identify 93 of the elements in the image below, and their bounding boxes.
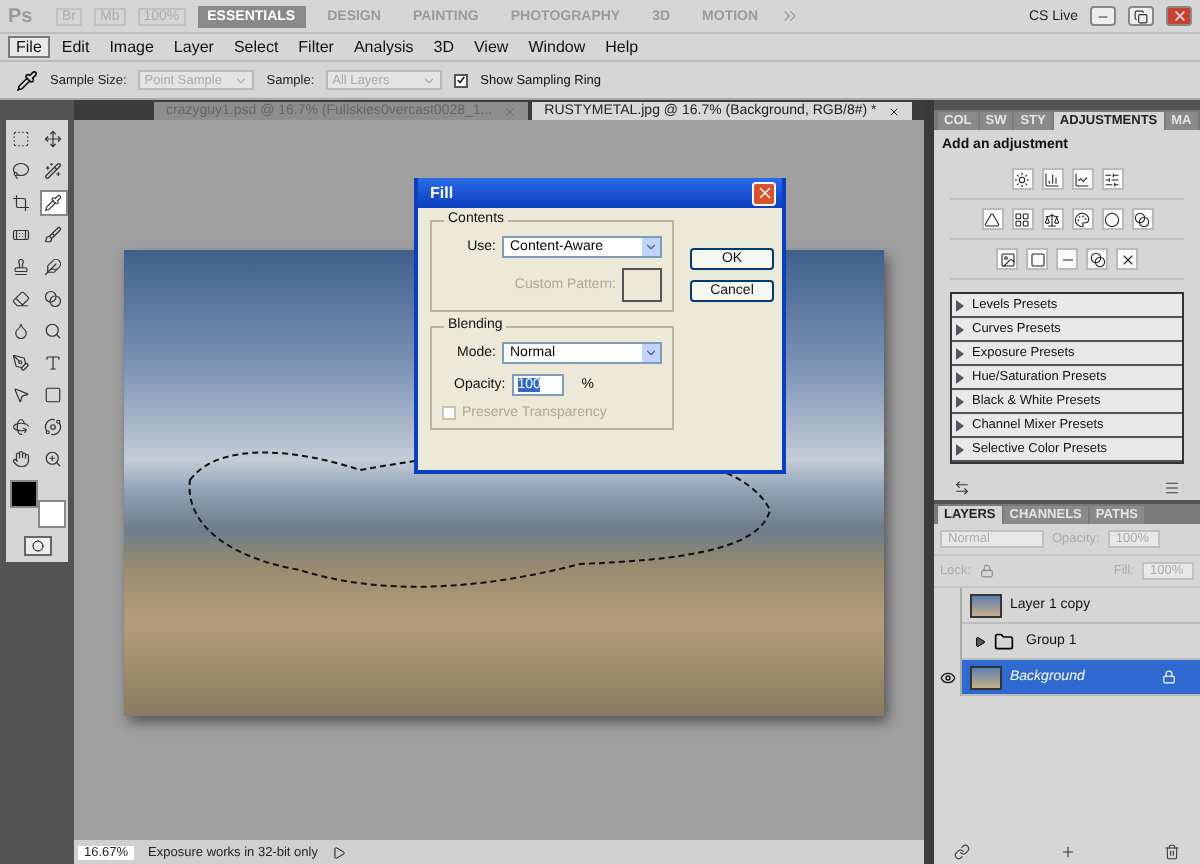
tool-button[interactable] (39, 222, 67, 248)
rotate-icon (12, 418, 30, 436)
triangle-icon[interactable] (981, 208, 1003, 230)
tool-button[interactable] (39, 414, 67, 440)
eraser-icon (12, 290, 30, 308)
menu-item[interactable]: File (8, 36, 50, 58)
zoom-icon (44, 450, 62, 468)
expand-icon[interactable] (974, 635, 986, 647)
close-icon (755, 184, 773, 202)
menu-item[interactable]: View (465, 36, 517, 58)
crop-icon (12, 194, 30, 212)
menu-item[interactable]: Filter (290, 36, 342, 58)
eye-icon[interactable] (939, 669, 955, 685)
close-icon[interactable] (888, 105, 901, 117)
check-icon (456, 74, 467, 86)
histogram-icon[interactable] (1041, 168, 1063, 190)
grid-icon[interactable] (1011, 208, 1033, 230)
lock-icon (1162, 670, 1176, 684)
wand-icon (44, 162, 62, 180)
restore-icon (1134, 9, 1148, 23)
lasso-icon (12, 162, 30, 180)
tool-button[interactable] (7, 190, 35, 216)
hand-icon (12, 450, 30, 468)
menu-item[interactable]: Edit (53, 36, 98, 58)
tool-button[interactable] (7, 158, 35, 184)
menu-icon (1164, 480, 1180, 496)
caret-icon (234, 73, 249, 87)
palette-icon[interactable] (1071, 208, 1093, 230)
checkbox[interactable] (454, 73, 469, 87)
caret-icon (644, 240, 658, 254)
tool-button[interactable] (7, 350, 35, 376)
magnifier-icon (44, 322, 62, 340)
trash-icon (1164, 844, 1180, 860)
menu-item[interactable]: Analysis (345, 36, 422, 58)
square-icon[interactable] (1026, 248, 1048, 270)
bandage-icon (12, 226, 30, 244)
tool-button[interactable] (39, 158, 67, 184)
close-button[interactable] (1166, 6, 1192, 26)
circle-icon[interactable] (1101, 208, 1123, 230)
caret-icon (422, 73, 437, 87)
pattern-picker[interactable] (622, 268, 662, 302)
menu-item[interactable]: Select (225, 36, 287, 58)
background-swatch[interactable] (37, 500, 65, 528)
curve-icon[interactable] (1071, 168, 1093, 190)
x-icon[interactable] (1116, 248, 1138, 270)
eyedropper-icon (16, 69, 38, 91)
eyedropper-icon (44, 194, 62, 212)
layer-thumbnail (970, 593, 1002, 617)
lock-icon (979, 564, 994, 578)
sliders-icon[interactable] (1101, 168, 1123, 190)
layer-thumbnail (970, 665, 1002, 689)
brush-icon (44, 226, 62, 244)
minimize-button[interactable] (1090, 6, 1116, 26)
menu-item[interactable]: Image (101, 36, 162, 58)
link-icon (954, 844, 970, 860)
orbit-icon (44, 418, 62, 436)
menu-item[interactable]: Layer (165, 36, 222, 58)
circle-icon (31, 540, 43, 552)
more-icon (780, 6, 801, 26)
pen-icon (12, 354, 30, 372)
foreground-swatch[interactable] (9, 480, 37, 508)
toggle-icon (954, 480, 970, 496)
caret-icon (644, 346, 658, 360)
tool-button[interactable] (39, 286, 67, 312)
tool-button[interactable] (39, 190, 67, 216)
feather-icon (44, 258, 62, 276)
tool-button[interactable] (7, 414, 35, 440)
tool-button[interactable] (7, 286, 35, 312)
folder-icon (994, 631, 1014, 651)
scale-icon[interactable] (1041, 208, 1063, 230)
image-icon[interactable] (996, 248, 1018, 270)
menu-item[interactable]: Window (520, 36, 594, 58)
tool-button[interactable] (7, 446, 35, 472)
dialog-title: Fill (430, 184, 454, 202)
plus-icon (1059, 844, 1075, 860)
restore-button[interactable] (1128, 6, 1154, 26)
close-icon (1171, 8, 1187, 24)
tool-button[interactable] (39, 254, 67, 280)
type-icon (44, 354, 62, 372)
pointer-icon (12, 386, 30, 404)
app-logo: Ps (8, 5, 35, 27)
menu-item[interactable]: Help (597, 36, 647, 58)
sun-icon[interactable] (1011, 168, 1033, 190)
rectangle-icon (44, 386, 62, 404)
move-icon (44, 130, 62, 148)
menu-item[interactable]: 3D (425, 36, 462, 58)
play-icon (331, 845, 346, 859)
marquee-icon (12, 130, 30, 148)
tool-button[interactable] (39, 126, 67, 152)
blend-icon[interactable] (1131, 208, 1153, 230)
quick-mask-button[interactable] (23, 536, 51, 556)
stamp-icon (12, 258, 30, 276)
droplet-icon (12, 322, 30, 340)
